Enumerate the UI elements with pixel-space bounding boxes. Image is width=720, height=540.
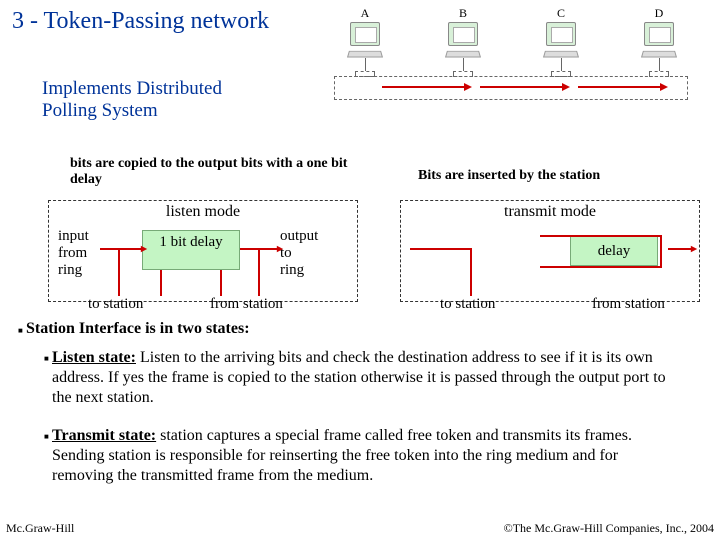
listen-state-paragraph: Listen state: Listen to the arriving bit… bbox=[52, 348, 682, 408]
footer-left: Mc.Graw-Hill bbox=[6, 521, 74, 536]
drop-line bbox=[365, 58, 366, 72]
to-station-arrow bbox=[470, 248, 472, 296]
transmit-mode-title: transmit mode bbox=[401, 203, 699, 221]
listen-in-arrow bbox=[100, 248, 142, 250]
drop-line bbox=[463, 58, 464, 72]
arrow-head-icon bbox=[141, 246, 147, 252]
subtitle-line1: Implements Distributed bbox=[42, 78, 222, 99]
station-b: B bbox=[446, 6, 480, 77]
stations-diagram: A B C D bbox=[330, 6, 700, 116]
ring-bus bbox=[334, 76, 688, 100]
from-station-arrow bbox=[220, 270, 222, 296]
to-station-arrow bbox=[118, 248, 120, 296]
from-station-label: from station bbox=[592, 296, 665, 313]
listen-state-head: Listen state: bbox=[52, 349, 136, 366]
to-station-label: to station bbox=[440, 296, 495, 313]
station-b-label: B bbox=[446, 6, 480, 21]
monitor-icon bbox=[546, 22, 576, 46]
station-d: D bbox=[642, 6, 676, 77]
transmit-arrow bbox=[660, 235, 662, 268]
subtitle-line2: Polling System bbox=[42, 100, 158, 121]
transmit-arrow bbox=[540, 235, 660, 237]
drop-line bbox=[561, 58, 562, 72]
bullet-icon: ■ bbox=[18, 326, 23, 335]
drop-line bbox=[659, 58, 660, 72]
bus-arrow bbox=[382, 86, 464, 88]
to-station-arrow bbox=[160, 270, 162, 296]
transmit-state-paragraph: Transmit state: station captures a speci… bbox=[52, 426, 682, 486]
keyboard-icon bbox=[543, 51, 579, 58]
transmit-caption: Bits are inserted by the station bbox=[418, 168, 600, 184]
transmit-state-head: Transmit state: bbox=[52, 427, 156, 444]
output-to-ring-label: output to ring bbox=[280, 228, 318, 279]
listen-caption: bits are copied to the output bits with … bbox=[70, 156, 370, 188]
monitor-icon bbox=[448, 22, 478, 46]
arrow-head-icon bbox=[691, 246, 697, 252]
monitor-icon bbox=[644, 22, 674, 46]
footer-right: ©The Mc.Graw-Hill Companies, Inc., 2004 bbox=[504, 521, 714, 536]
text: from bbox=[58, 245, 87, 261]
station-c: C bbox=[544, 6, 578, 77]
station-d-label: D bbox=[642, 6, 676, 21]
bus-arrow bbox=[480, 86, 562, 88]
keyboard-icon bbox=[445, 51, 481, 58]
transmit-arrow bbox=[540, 266, 660, 268]
input-from-ring-label: input from ring bbox=[58, 228, 89, 279]
from-station-arrow bbox=[258, 248, 260, 296]
monitor-icon bbox=[350, 22, 380, 46]
arrow-head-icon bbox=[464, 83, 472, 91]
transmit-arrow bbox=[410, 248, 472, 250]
keyboard-icon bbox=[641, 51, 677, 58]
from-station-label: from station bbox=[210, 296, 283, 313]
bullet-icon: ■ bbox=[44, 432, 49, 441]
subtitle: Implements Distributed Polling System bbox=[42, 78, 222, 122]
delay-box: delay bbox=[570, 236, 658, 266]
bus-arrow bbox=[578, 86, 660, 88]
section-heading: Station Interface is in two states: bbox=[26, 320, 250, 338]
text: input bbox=[58, 228, 89, 244]
arrow-head-icon bbox=[277, 246, 283, 252]
station-a: A bbox=[348, 6, 382, 77]
listen-mode-title: listen mode bbox=[49, 203, 357, 221]
station-a-label: A bbox=[348, 6, 382, 21]
transmit-out-arrow bbox=[668, 248, 692, 250]
to-station-label: to station bbox=[88, 296, 143, 313]
arrow-head-icon bbox=[660, 83, 668, 91]
bullet-icon: ■ bbox=[44, 354, 49, 363]
one-bit-delay-box: 1 bit delay bbox=[142, 230, 240, 270]
station-c-label: C bbox=[544, 6, 578, 21]
page-title: 3 - Token-Passing network bbox=[12, 8, 269, 35]
arrow-head-icon bbox=[562, 83, 570, 91]
keyboard-icon bbox=[347, 51, 383, 58]
text: ring bbox=[58, 262, 82, 278]
listen-state-body: Listen to the arriving bits and check th… bbox=[52, 349, 666, 406]
text: output bbox=[280, 228, 318, 244]
text: ring bbox=[280, 262, 304, 278]
